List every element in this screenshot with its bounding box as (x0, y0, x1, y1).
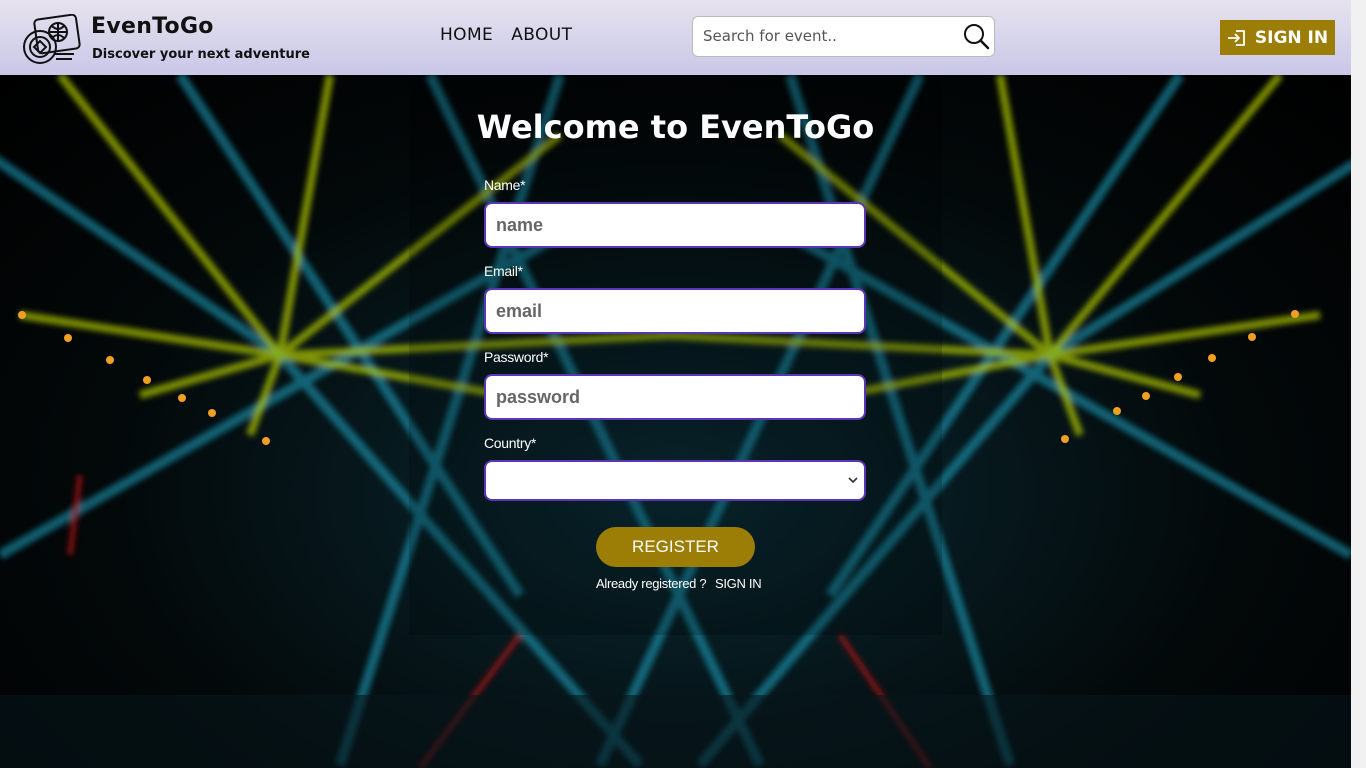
nav-about-link[interactable]: ABOUT (511, 25, 572, 45)
logo-passport-globe-icon[interactable] (18, 14, 82, 66)
name-label: Name* (484, 177, 526, 193)
name-field[interactable] (484, 202, 866, 248)
password-field[interactable] (484, 374, 866, 420)
search-box (692, 16, 995, 57)
chevron-down-icon (848, 477, 858, 484)
brand-tagline: Discover your next adventure (92, 47, 310, 62)
email-label: Email* (484, 263, 523, 279)
header-sign-in-label: SIGN IN (1254, 27, 1329, 48)
country-label: Country* (484, 435, 537, 451)
country-select[interactable] (484, 460, 866, 501)
already-registered-text: Already registered ? (596, 576, 707, 591)
sign-in-link[interactable]: SIGN IN (715, 576, 762, 591)
email-field[interactable] (484, 288, 866, 334)
register-button[interactable]: REGISTER (596, 527, 755, 567)
page-scrollbar[interactable] (1351, 0, 1366, 768)
search-input[interactable] (701, 26, 955, 46)
sign-in-icon (1227, 29, 1245, 46)
search-icon[interactable] (962, 22, 990, 50)
password-label: Password* (484, 349, 549, 365)
page-title: Welcome to EvenToGo (476, 108, 875, 146)
brand-name[interactable]: EvenToGo (91, 14, 214, 39)
header-sign-in-button[interactable]: SIGN IN (1220, 20, 1335, 55)
main-nav: HOME ABOUT (440, 25, 572, 45)
top-navbar: EvenToGo Discover your next adventure HO… (0, 0, 1351, 75)
nav-home-link[interactable]: HOME (440, 25, 493, 45)
